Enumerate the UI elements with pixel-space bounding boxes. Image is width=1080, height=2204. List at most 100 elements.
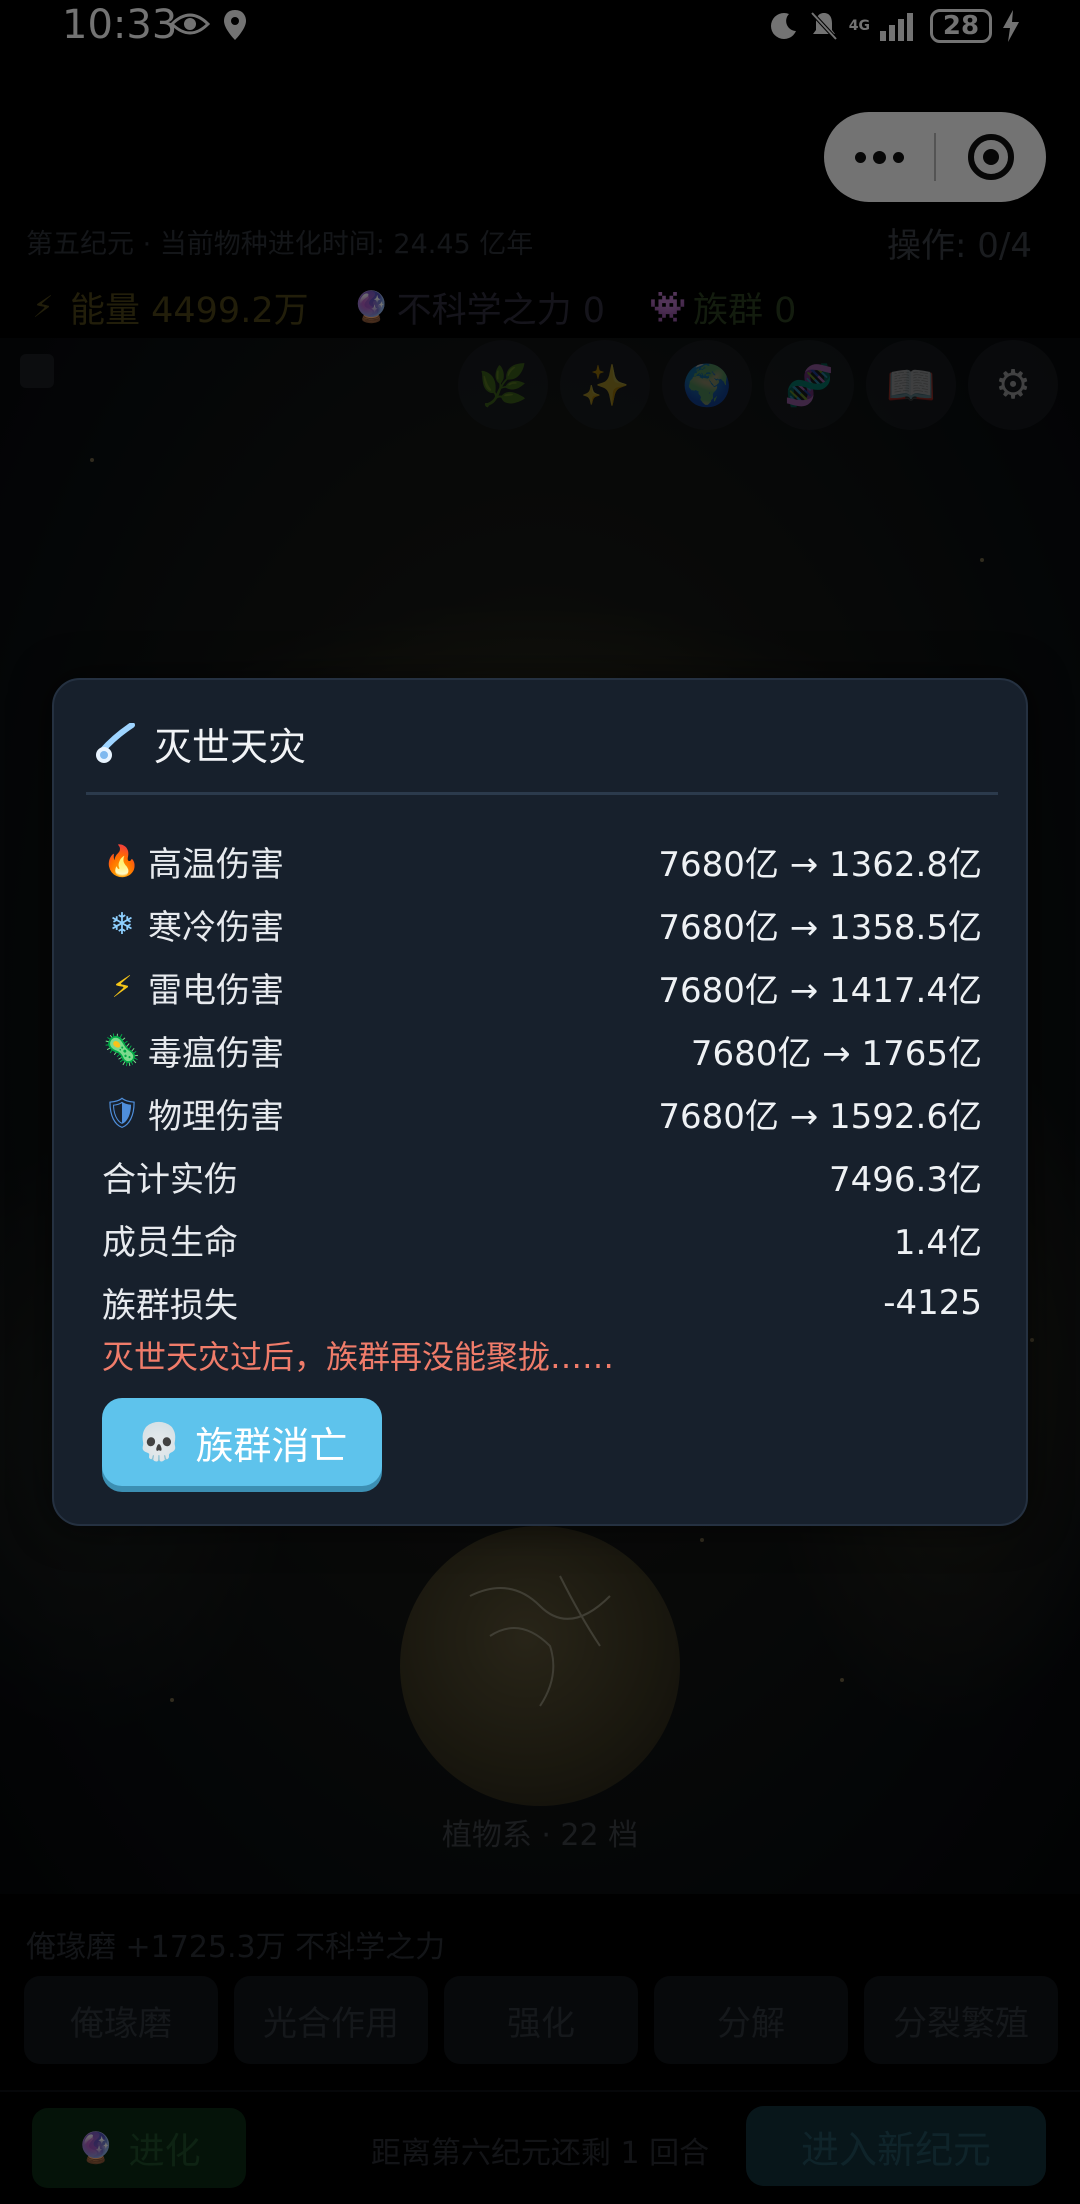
damage-list: 🔥 高温伤害 7680亿 → 1362.8亿 ❄ 寒冷伤害 7680亿 → 1358… (102, 830, 982, 1334)
star-particle (840, 1678, 844, 1682)
energy-resource: ⚡ 能量 4499.2万 (26, 282, 309, 333)
dna-tool-button[interactable]: 🧬 (764, 340, 854, 430)
row-label: 高温伤害 (148, 845, 284, 885)
dna-icon: 🧬 (784, 362, 834, 409)
book-icon: 📖 (886, 362, 936, 409)
settings-tool-button[interactable]: ⚙ (968, 340, 1058, 430)
modal-title: 灭世天灾 (154, 725, 307, 769)
row-value: 7680亿 → 1417.4亿 (658, 971, 982, 1011)
plant-tool-button[interactable]: 🌿 (458, 340, 548, 430)
catastrophe-modal: 灭世天灾 🔥 高温伤害 7680亿 → 1362.8亿 ❄ 寒冷伤害 7680亿 →… (52, 678, 1028, 1526)
row-label: 雷电伤害 (148, 971, 284, 1011)
evolve-label: 进化 (128, 2131, 201, 2172)
row-value: -4125 (883, 1282, 982, 1323)
globe-tool-button[interactable]: 🌍 (662, 340, 752, 430)
row-value: 7680亿 → 1592.6亿 (658, 1097, 982, 1137)
signal-icon (880, 13, 913, 41)
evolve-button[interactable]: 🔮 进化 (32, 2108, 246, 2188)
target-close-icon[interactable] (936, 112, 1046, 202)
sparkle-tool-button[interactable]: ✨ (560, 340, 650, 430)
crystal-ball-icon: 🔮 (352, 290, 390, 325)
damage-row-physical: 🛡 物理伤害 7680亿 → 1592.6亿 (102, 1082, 982, 1145)
corner-toggle[interactable] (20, 354, 54, 388)
new-era-button[interactable]: 进入新纪元 (746, 2106, 1046, 2186)
eye-icon (170, 13, 210, 35)
lightning-icon: ⚡ (32, 290, 54, 325)
row-value: 7680亿 → 1765亿 (690, 1034, 982, 1074)
unscientific-power-resource: 🔮 不科学之力 0 (353, 282, 605, 333)
modal-divider (86, 792, 998, 795)
row-label: 族群损失 (102, 1286, 238, 1326)
power-label: 不科学之力 0 (396, 291, 605, 331)
status-icons: 4G 28 (769, 6, 1020, 46)
row-label: 毒瘟伤害 (148, 1034, 284, 1074)
moon-icon (770, 13, 796, 39)
tribe-label: 族群 0 (693, 291, 797, 331)
damage-row-cold: ❄ 寒冷伤害 7680亿 → 1358.5亿 (102, 893, 982, 956)
sparkle-icon: ✨ (580, 362, 630, 409)
charging-icon (1003, 10, 1019, 42)
action-row: 俺瑑磨 光合作用 强化 分解 分裂繁殖 (24, 1976, 1058, 2064)
alien-icon: 👾 (649, 290, 687, 325)
row-value: 1.4亿 (893, 1223, 982, 1263)
member-life-row: 成员生命 1.4亿 (102, 1208, 982, 1271)
action-button[interactable]: 分裂繁殖 (864, 1976, 1058, 2064)
comet-icon (96, 722, 135, 763)
bottom-panel: 俺瑑磨 +1725.3万 不科学之力 俺瑑磨 光合作用 强化 分解 分裂繁殖 🔮… (0, 1894, 1080, 2204)
status-bar: 10:33 4G 28 (0, 0, 1080, 56)
energy-label: 能量 4499.2万 (70, 291, 309, 331)
damage-row-plague: 🦠 毒瘟伤害 7680亿 → 1765亿 (102, 1019, 982, 1082)
more-dots-icon[interactable] (824, 112, 934, 202)
row-label: 物理伤害 (148, 1097, 284, 1137)
battery-icon: 28 (930, 9, 992, 43)
tribe-resource: 👾 族群 0 (649, 282, 796, 333)
star-particle (700, 1538, 704, 1542)
operations-counter: 操作: 0/4 (887, 226, 1032, 266)
damage-row-heat: 🔥 高温伤害 7680亿 → 1362.8亿 (102, 830, 982, 893)
bell-muted-icon (810, 11, 838, 41)
star-particle (980, 558, 984, 562)
location-icon (224, 10, 246, 40)
globe-icon: 🌍 (682, 362, 732, 409)
button-label: 族群消亡 (195, 1423, 348, 1468)
book-tool-button[interactable]: 📖 (866, 340, 956, 430)
harvest-info: 俺瑑磨 +1725.3万 不科学之力 (26, 1930, 446, 1965)
fire-icon: 🔥 (103, 844, 141, 879)
plant-tendrils (469, 1575, 611, 1707)
plant-icon: 🌿 (478, 362, 528, 409)
star-particle (90, 458, 94, 462)
skull-icon: 💀 (136, 1422, 182, 1463)
gear-icon: ⚙ (995, 362, 1031, 408)
row-label: 成员生命 (102, 1223, 238, 1263)
planet[interactable] (400, 1526, 680, 1806)
action-button[interactable]: 光合作用 (234, 1976, 428, 2064)
damage-row-lightning: ⚡ 雷电伤害 7680亿 → 1417.4亿 (102, 956, 982, 1019)
network-type: 4G (848, 18, 870, 34)
shield-icon: 🛡 (102, 1096, 142, 1131)
row-label: 寒冷伤害 (148, 908, 284, 948)
snowflake-icon: ❄ (109, 907, 135, 942)
status-time: 10:33 (62, 2, 178, 48)
action-button[interactable]: 俺瑑磨 (24, 1976, 218, 2064)
lightning-icon: ⚡ (111, 970, 133, 1005)
row-value: 7496.3亿 (829, 1160, 982, 1200)
row-value: 7680亿 → 1362.8亿 (658, 845, 982, 885)
tribe-perish-button[interactable]: 💀 族群消亡 (102, 1398, 382, 1486)
action-button[interactable]: 强化 (444, 1976, 638, 2064)
species-label: 植物系 · 22 档 (441, 1818, 639, 1853)
tribe-loss-row: 族群损失 -4125 (102, 1271, 982, 1334)
mini-program-capsule (824, 112, 1046, 202)
row-label: 合计实伤 (102, 1160, 238, 1200)
crystal-ball-icon: 🔮 (77, 2130, 115, 2166)
warning-text: 灭世天灾过后，族群再没能聚拢…… (102, 1338, 615, 1376)
modal-header: 灭世天灾 (94, 716, 306, 771)
toolbar: 🌿 ✨ 🌍 🧬 📖 ⚙ (458, 340, 1058, 430)
star-particle (1030, 1338, 1034, 1342)
microbe-icon: 🦠 (103, 1033, 141, 1068)
row-value: 7680亿 → 1358.5亿 (658, 908, 982, 948)
era-info: 第五纪元 · 当前物种进化时间: 24.45 亿年 (26, 229, 534, 260)
divider (0, 2090, 1080, 2092)
star-particle (170, 1698, 174, 1702)
action-button[interactable]: 分解 (654, 1976, 848, 2064)
resource-bar: ⚡ 能量 4499.2万 🔮 不科学之力 0 👾 族群 0 (26, 282, 840, 333)
